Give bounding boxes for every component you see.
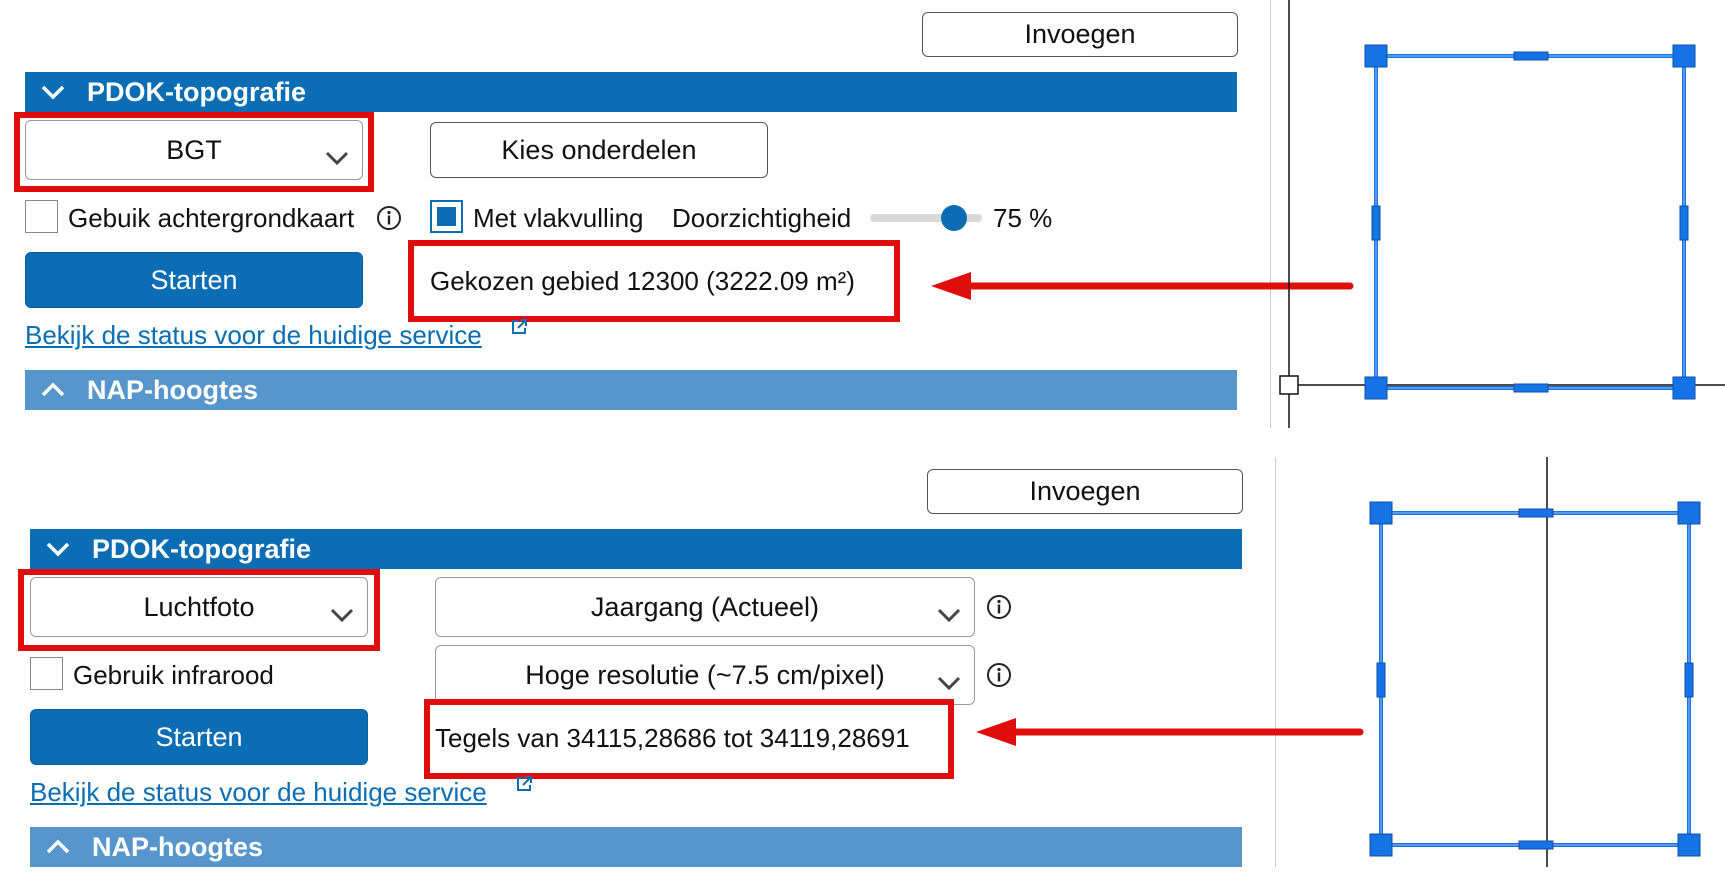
section-title: NAP-hoogtes	[92, 831, 263, 862]
chevron-down-icon	[936, 667, 962, 691]
info-icon[interactable]	[986, 594, 1012, 620]
edge-grip[interactable]	[1684, 662, 1694, 698]
section-header-pdok-topografie[interactable]: PDOK-topografie	[25, 72, 1237, 112]
use-infrared-label: Gebruik infrarood	[73, 660, 274, 690]
corner-grip[interactable]	[1672, 376, 1696, 400]
transparency-slider[interactable]	[870, 205, 982, 231]
chevron-down-icon	[33, 77, 73, 107]
choose-parts-button[interactable]: Kies onderdelen	[430, 122, 768, 178]
transparency-label: Doorzichtigheid	[672, 203, 852, 233]
highlight-tiles-range	[424, 699, 954, 779]
service-status-link[interactable]: Bekijk de status voor de huidige service	[30, 777, 487, 808]
corner-grip[interactable]	[1364, 44, 1388, 68]
section-title: NAP-hoogtes	[87, 374, 258, 405]
panel-luchtfoto: Invoegen PDOK-topografie Luchtfoto Jaarg…	[0, 457, 1276, 887]
resolution-select[interactable]: Hoge resolutie (~7.5 cm/pixel)	[435, 645, 975, 705]
section-title: PDOK-topografie	[87, 76, 306, 107]
area-fill-label: Met vlakvulling	[473, 203, 644, 233]
section-header-nap-hoogtes[interactable]: NAP-hoogtes	[25, 370, 1237, 410]
selection-rectangle[interactable]	[1379, 511, 1691, 847]
origin-marker	[1279, 375, 1299, 395]
chevron-up-icon	[33, 375, 73, 405]
insert-button[interactable]: Invoegen	[927, 469, 1243, 514]
drawing-viewport-1[interactable]	[1270, 0, 1725, 430]
use-background-label: Gebuik achtergrondkaart	[68, 203, 355, 233]
service-status-link[interactable]: Bekijk de status voor de huidige service	[25, 320, 482, 351]
resolution-select-value: Hoge resolutie (~7.5 cm/pixel)	[525, 659, 885, 690]
chevron-down-icon	[936, 599, 962, 623]
year-select-value: Jaargang (Actueel)	[590, 591, 820, 622]
highlight-dataset-select	[18, 569, 380, 651]
start-button[interactable]: Starten	[25, 252, 363, 308]
edge-grip[interactable]	[1518, 840, 1554, 850]
corner-grip[interactable]	[1364, 376, 1388, 400]
use-background-checkbox[interactable]	[25, 200, 58, 233]
corner-grip[interactable]	[1369, 501, 1393, 525]
use-infrared-checkbox[interactable]	[30, 657, 63, 690]
edge-grip[interactable]	[1513, 383, 1549, 393]
slider-thumb[interactable]	[941, 205, 967, 231]
highlight-selected-area	[408, 240, 900, 322]
start-button[interactable]: Starten	[30, 709, 368, 765]
drawing-viewport-2[interactable]	[1275, 457, 1725, 867]
corner-grip[interactable]	[1369, 833, 1393, 857]
edge-grip[interactable]	[1376, 662, 1386, 698]
info-icon[interactable]	[376, 205, 402, 231]
transparency-value: 75 %	[993, 203, 1053, 233]
corner-grip[interactable]	[1677, 833, 1701, 857]
selection-rectangle[interactable]	[1374, 54, 1686, 390]
section-header-nap-hoogtes[interactable]: NAP-hoogtes	[30, 827, 1242, 867]
chevron-up-icon	[38, 832, 78, 862]
insert-button[interactable]: Invoegen	[922, 12, 1238, 57]
external-link-icon	[512, 319, 527, 334]
edge-grip[interactable]	[1518, 508, 1554, 518]
edge-grip[interactable]	[1679, 205, 1689, 241]
external-link-icon	[517, 776, 532, 791]
edge-grip[interactable]	[1513, 51, 1549, 61]
panel-bgt: Invoegen PDOK-topografie BGT Kies onderd…	[0, 0, 1271, 430]
section-title: PDOK-topografie	[92, 533, 311, 564]
info-icon[interactable]	[986, 662, 1012, 688]
area-fill-checkbox[interactable]	[430, 200, 463, 233]
year-select[interactable]: Jaargang (Actueel)	[435, 577, 975, 637]
corner-grip[interactable]	[1677, 501, 1701, 525]
corner-grip[interactable]	[1672, 44, 1696, 68]
edge-grip[interactable]	[1371, 205, 1381, 241]
highlight-dataset-select	[14, 112, 374, 192]
section-header-pdok-topografie[interactable]: PDOK-topografie	[30, 529, 1242, 569]
chevron-down-icon	[38, 534, 78, 564]
